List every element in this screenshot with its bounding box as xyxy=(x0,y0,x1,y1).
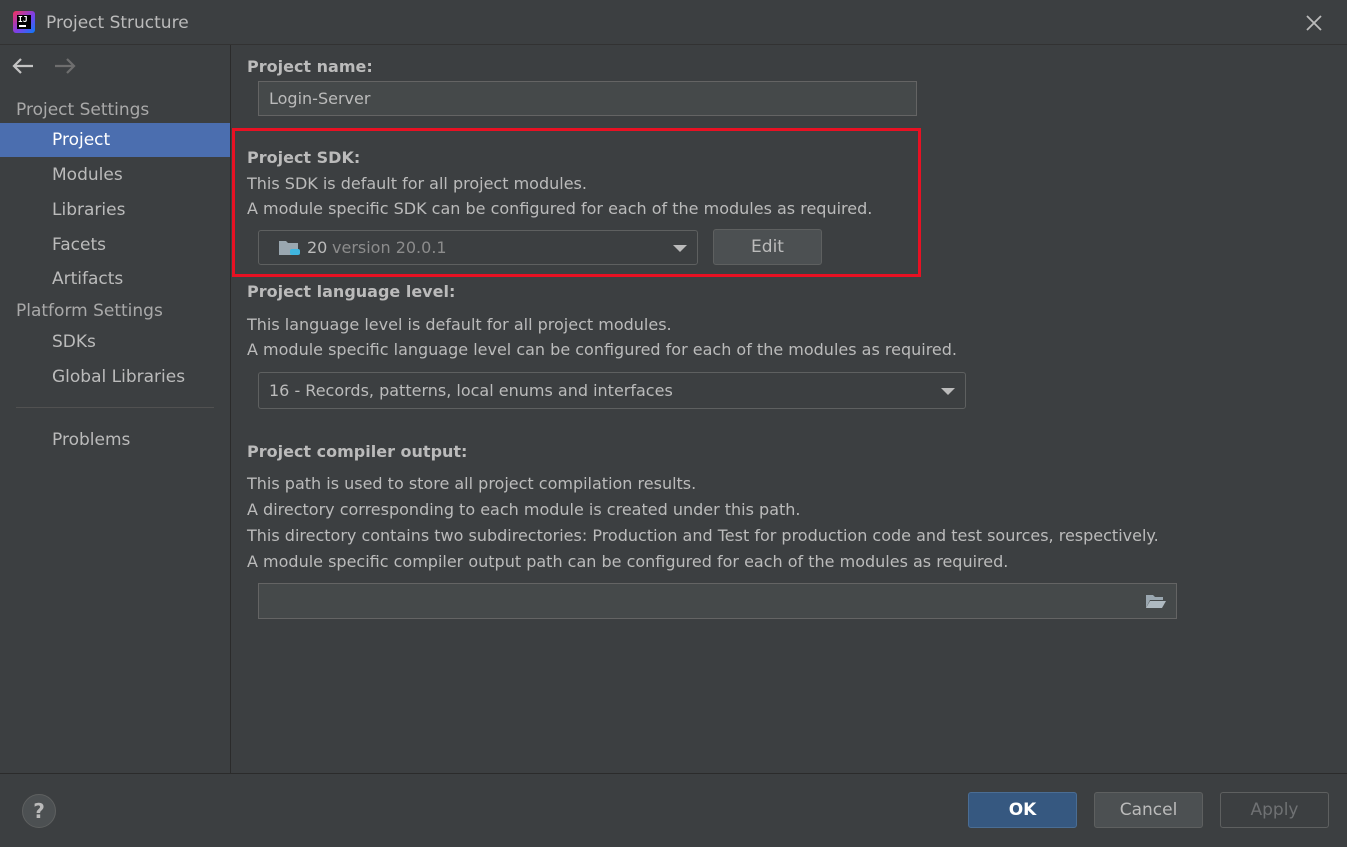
sidebar-item-artifacts[interactable]: Artifacts xyxy=(0,262,230,296)
sidebar-item-sdks[interactable]: SDKs xyxy=(0,325,230,359)
project-name-input[interactable]: Login-Server xyxy=(258,81,917,116)
sidebar-item-project[interactable]: Project xyxy=(0,123,230,157)
cancel-button[interactable]: Cancel xyxy=(1094,792,1203,828)
sidebar: Project Settings Project Modules Librari… xyxy=(0,45,231,773)
intellij-app-icon: IJ xyxy=(13,11,35,33)
ok-button[interactable]: OK xyxy=(968,792,1077,828)
platform-settings-header: Platform Settings xyxy=(16,301,163,321)
compiler-output-desc-4: A module specific compiler output path c… xyxy=(247,552,1009,571)
compiler-output-desc-3: This directory contains two subdirectori… xyxy=(247,526,1159,545)
highlight-box xyxy=(232,128,921,277)
language-level-value: 16 - Records, patterns, local enums and … xyxy=(269,381,673,400)
project-settings-header: Project Settings xyxy=(16,100,150,120)
title-bar: IJ Project Structure xyxy=(0,0,1347,45)
sidebar-item-problems[interactable]: Problems xyxy=(0,423,230,457)
sidebar-item-modules[interactable]: Modules xyxy=(0,158,230,192)
help-button[interactable]: ? xyxy=(22,794,56,828)
compiler-output-label: Project compiler output: xyxy=(247,442,468,461)
language-level-label: Project language level: xyxy=(247,282,456,301)
sidebar-item-libraries[interactable]: Libraries xyxy=(0,193,230,227)
folder-open-icon[interactable] xyxy=(1145,592,1167,610)
language-level-desc-2: A module specific language level can be … xyxy=(247,340,957,359)
sidebar-divider xyxy=(16,407,214,408)
forward-arrow-icon[interactable] xyxy=(52,55,78,77)
language-level-dropdown[interactable]: 16 - Records, patterns, local enums and … xyxy=(258,372,966,409)
project-name-label: Project name: xyxy=(247,57,373,76)
window-title: Project Structure xyxy=(46,13,189,33)
apply-button[interactable]: Apply xyxy=(1220,792,1329,828)
language-level-desc-1: This language level is default for all p… xyxy=(247,315,672,334)
close-icon[interactable] xyxy=(1303,12,1325,34)
sidebar-item-global-libraries[interactable]: Global Libraries xyxy=(0,360,230,394)
compiler-output-desc-1: This path is used to store all project c… xyxy=(247,474,697,493)
dialog-footer: ? OK Cancel Apply xyxy=(0,773,1347,847)
sidebar-item-facets[interactable]: Facets xyxy=(0,228,230,262)
compiler-output-path-input[interactable] xyxy=(258,583,1177,619)
back-arrow-icon[interactable] xyxy=(10,55,36,77)
chevron-down-icon xyxy=(941,388,955,395)
compiler-output-desc-2: A directory corresponding to each module… xyxy=(247,500,801,519)
